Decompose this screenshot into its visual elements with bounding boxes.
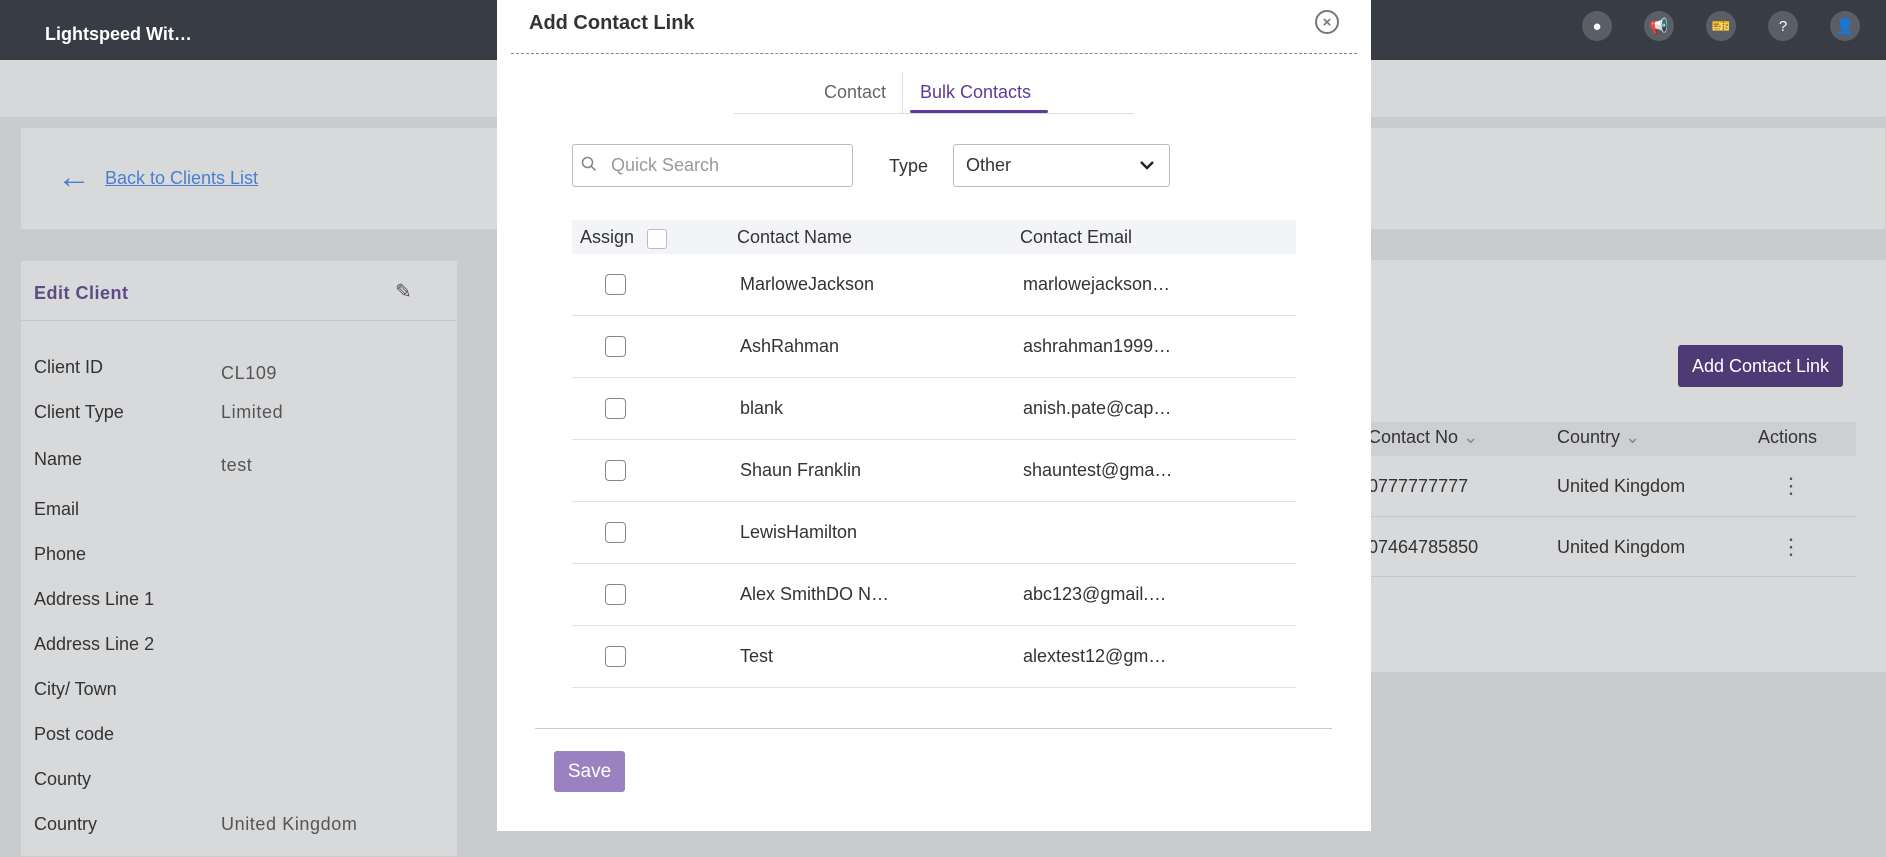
- contact-name: blank: [740, 398, 784, 418]
- back-to-clients-link[interactable]: Back to Clients List: [105, 168, 258, 189]
- table-row: blank anish.pate@cap…: [572, 378, 1296, 440]
- table-cell-country: United Kingdom: [1557, 537, 1686, 557]
- modal-footer-divider: [535, 728, 1332, 729]
- tab-separator: [902, 72, 903, 114]
- more-actions-icon[interactable]: ⋮: [1780, 536, 1802, 558]
- row-divider: [1370, 576, 1856, 577]
- quick-search-input[interactable]: [611, 153, 841, 177]
- modal-tabs: Contact Bulk Contacts: [734, 72, 1134, 114]
- contact-email: ashrahman1999…: [1023, 336, 1172, 356]
- chevron-down-icon: ⌄: [1625, 427, 1641, 447]
- field-label: City/ Town: [34, 679, 117, 699]
- contact-name: Alex SmithDO N…: [740, 584, 890, 604]
- assign-checkbox[interactable]: [605, 522, 626, 543]
- back-arrow-icon[interactable]: ←: [57, 160, 91, 194]
- more-actions-icon[interactable]: ⋮: [1780, 475, 1802, 497]
- type-selected-value: Other: [966, 155, 1012, 175]
- contact-email: alextest12@gm…: [1023, 646, 1167, 666]
- column-label: Contact No: [1368, 427, 1459, 447]
- field-value: test: [221, 455, 253, 475]
- assign-checkbox[interactable]: [605, 274, 626, 295]
- close-icon[interactable]: ×: [1315, 10, 1339, 34]
- add-contact-link-button[interactable]: Add Contact Link: [1678, 345, 1843, 387]
- table-cell-contact-no: 0777777777: [1368, 476, 1469, 496]
- chevron-down-icon: ⌄: [1463, 427, 1479, 447]
- ticket-icon[interactable]: 🎫: [1706, 11, 1736, 41]
- table-cell-country: United Kingdom: [1557, 476, 1686, 496]
- assign-checkbox[interactable]: [605, 584, 626, 605]
- assign-checkbox[interactable]: [605, 646, 626, 667]
- table-row: Test alextest12@gm…: [572, 626, 1296, 688]
- tab-bulk-contacts[interactable]: Bulk Contacts: [920, 82, 1031, 103]
- user-icon[interactable]: 👤: [1830, 11, 1860, 41]
- column-label: Country: [1557, 427, 1621, 447]
- field-label: Post code: [34, 724, 115, 744]
- contact-name: LewisHamilton: [740, 522, 858, 542]
- assign-checkbox[interactable]: [605, 398, 626, 419]
- table-row: Alex SmithDO N… abc123@gmail.…: [572, 564, 1296, 626]
- column-assign: Assign: [580, 227, 635, 247]
- table-cell-contact-no: 07464785850: [1368, 537, 1479, 557]
- column-contact-no[interactable]: Contact No ⌄: [1368, 427, 1478, 448]
- field-label: Client ID: [34, 357, 104, 377]
- megaphone-icon[interactable]: 📢: [1644, 11, 1674, 41]
- assign-checkbox[interactable]: [605, 336, 626, 357]
- contact-name: Test: [740, 646, 774, 666]
- field-label: Client Type: [34, 402, 124, 422]
- edit-client-title: Edit Client: [34, 283, 129, 303]
- contact-email: marlowejackson…: [1023, 274, 1171, 294]
- pencil-icon[interactable]: ✎: [395, 279, 412, 304]
- table-row: MarloweJackson marlowejackson…: [572, 254, 1296, 316]
- save-button[interactable]: Save: [554, 751, 625, 792]
- top-icons: ● 📢 🎫 ? 👤: [1582, 11, 1860, 41]
- select-all-checkbox[interactable]: [647, 229, 667, 249]
- modal-title: Add Contact Link: [529, 12, 695, 34]
- field-value: CL109: [221, 363, 278, 383]
- contact-name: MarloweJackson: [740, 274, 875, 294]
- field-value: United Kingdom: [221, 814, 358, 834]
- edit-client-header: Edit Client ✎: [21, 261, 457, 321]
- field-label: Address Line 1: [34, 589, 155, 609]
- modal-divider: [511, 53, 1357, 54]
- table-row: LewisHamilton: [572, 502, 1296, 564]
- field-value: Limited: [221, 402, 284, 422]
- column-contact-email: Contact Email: [1020, 227, 1133, 247]
- table-row: AshRahman ashrahman1999…: [572, 316, 1296, 378]
- field-label: Country: [34, 814, 98, 834]
- quick-search-box: [572, 144, 853, 187]
- contact-email: shauntest@gma…: [1023, 460, 1173, 480]
- field-label: Name: [34, 449, 83, 469]
- app-title: Lightspeed Wit…: [45, 24, 192, 44]
- row-divider: [1370, 516, 1856, 517]
- chevron-down-icon: [1140, 161, 1154, 170]
- table-row: Shaun Franklin shauntest@gma…: [572, 440, 1296, 502]
- column-contact-name: Contact Name: [737, 227, 853, 247]
- edit-client-card: Edit Client ✎ Client ID CL109 Client Typ…: [20, 260, 458, 857]
- tab-contact[interactable]: Contact: [824, 82, 886, 103]
- contact-name: AshRahman: [740, 336, 840, 356]
- contact-name: Shaun Franklin: [740, 460, 862, 480]
- contact-email: anish.pate@cap…: [1023, 398, 1172, 418]
- assign-checkbox[interactable]: [605, 460, 626, 481]
- bulk-contacts-table-header: [572, 220, 1296, 254]
- type-label: Type: [889, 156, 929, 176]
- circle-icon[interactable]: ●: [1582, 11, 1612, 41]
- field-label: County: [34, 769, 92, 789]
- search-icon: [581, 156, 597, 172]
- contact-email: abc123@gmail.…: [1023, 584, 1167, 604]
- help-icon[interactable]: ?: [1768, 11, 1798, 41]
- field-label: Address Line 2: [34, 634, 155, 654]
- type-select[interactable]: Other: [953, 144, 1170, 187]
- column-country[interactable]: Country ⌄: [1557, 427, 1640, 448]
- contacts-list-card: [1370, 260, 1886, 672]
- field-label: Email: [34, 499, 80, 519]
- active-tab-indicator: [910, 110, 1048, 113]
- column-actions: Actions: [1758, 427, 1818, 447]
- field-label: Phone: [34, 544, 87, 564]
- add-contact-link-modal: Add Contact Link × Contact Bulk Contacts…: [497, 0, 1371, 831]
